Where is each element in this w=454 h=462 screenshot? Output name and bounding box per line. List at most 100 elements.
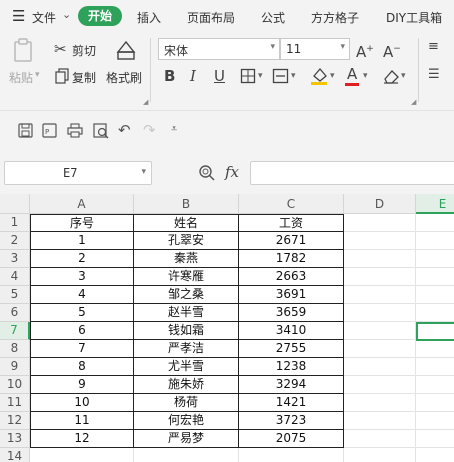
row-header-4[interactable]: 4 bbox=[0, 268, 30, 286]
cell-d13[interactable] bbox=[344, 430, 416, 448]
table-cell[interactable]: 严孝洁 bbox=[134, 340, 239, 358]
tab-diy-toolbox[interactable]: DIY工具箱 bbox=[386, 9, 442, 26]
bold-icon[interactable]: B bbox=[164, 67, 175, 85]
cell-a14[interactable] bbox=[30, 448, 134, 462]
column-header-e[interactable]: E bbox=[416, 194, 454, 214]
table-cell[interactable]: 3410 bbox=[239, 322, 344, 340]
tab-start[interactable]: 开始 bbox=[78, 6, 122, 26]
column-header-b[interactable]: B bbox=[134, 194, 239, 214]
cell-d3[interactable] bbox=[344, 250, 416, 268]
table-cell[interactable]: 1 bbox=[30, 232, 134, 250]
cell-d1[interactable] bbox=[344, 214, 416, 232]
row-header-5[interactable]: 5 bbox=[0, 286, 30, 304]
cell-e8[interactable] bbox=[416, 340, 454, 358]
table-cell[interactable]: 孔翠安 bbox=[134, 232, 239, 250]
name-box[interactable]: E7 ▾ bbox=[4, 161, 152, 185]
table-cell[interactable]: 尤半雪 bbox=[134, 358, 239, 376]
table-cell[interactable]: 许寒雁 bbox=[134, 268, 239, 286]
copy-button[interactable]: 复制 bbox=[72, 69, 96, 86]
chevron-down-icon[interactable]: ▾ bbox=[363, 71, 368, 81]
table-cell[interactable]: 钱如霜 bbox=[134, 322, 239, 340]
table-cell[interactable]: 1421 bbox=[239, 394, 344, 412]
table-header-cell[interactable]: 姓名 bbox=[134, 214, 239, 232]
table-cell[interactable]: 11 bbox=[30, 412, 134, 430]
row-header-14[interactable]: 14 bbox=[0, 448, 30, 462]
borders-icon[interactable] bbox=[240, 68, 256, 84]
fill-color-icon[interactable] bbox=[310, 66, 328, 86]
cell-e12[interactable] bbox=[416, 412, 454, 430]
table-cell[interactable]: 1782 bbox=[239, 250, 344, 268]
cell-d5[interactable] bbox=[344, 286, 416, 304]
chevron-down-icon[interactable]: ▾ bbox=[291, 71, 296, 81]
cell-e2[interactable] bbox=[416, 232, 454, 250]
zoom-search-icon[interactable] bbox=[198, 164, 216, 182]
chevron-down-icon[interactable]: ⌄ bbox=[62, 8, 71, 21]
dialog-launcher-icon[interactable]: ◢ bbox=[411, 98, 416, 106]
row-header-3[interactable]: 3 bbox=[0, 250, 30, 268]
tab-fangfang-grid[interactable]: 方方格子 bbox=[311, 9, 359, 26]
fx-button[interactable]: fx bbox=[225, 163, 239, 181]
export-pdf-icon[interactable]: P bbox=[42, 123, 57, 138]
cell-e14[interactable] bbox=[416, 448, 454, 462]
table-cell[interactable]: 严易梦 bbox=[134, 430, 239, 448]
column-header-a[interactable]: A bbox=[30, 194, 134, 214]
font-size-select[interactable]: 11 ▾ bbox=[280, 38, 350, 60]
cell-d11[interactable] bbox=[344, 394, 416, 412]
cell-e1[interactable] bbox=[416, 214, 454, 232]
increase-font-icon[interactable]: A+ bbox=[356, 40, 374, 61]
cell-d9[interactable] bbox=[344, 358, 416, 376]
cell-e3[interactable] bbox=[416, 250, 454, 268]
cell-c14[interactable] bbox=[239, 448, 344, 462]
row-header-2[interactable]: 2 bbox=[0, 232, 30, 250]
table-cell[interactable]: 2 bbox=[30, 250, 134, 268]
cell-d8[interactable] bbox=[344, 340, 416, 358]
row-header-9[interactable]: 9 bbox=[0, 358, 30, 376]
table-cell[interactable]: 秦燕 bbox=[134, 250, 239, 268]
paste-button[interactable]: 粘贴 bbox=[9, 69, 33, 86]
row-header-6[interactable]: 6 bbox=[0, 304, 30, 322]
table-cell[interactable]: 2671 bbox=[239, 232, 344, 250]
sheet-grid[interactable]: ABCDE 1 2 3 4 5 6 7 8 9 10 11 12 13 14 序号 姓名 工资 1 孔翠安 2671… bbox=[0, 194, 454, 462]
table-cell[interactable]: 3 bbox=[30, 268, 134, 286]
undo-icon[interactable]: ↶ bbox=[118, 121, 131, 139]
table-cell[interactable]: 3659 bbox=[239, 304, 344, 322]
table-cell[interactable]: 6 bbox=[30, 322, 134, 340]
cell-d12[interactable] bbox=[344, 412, 416, 430]
cell-e6[interactable] bbox=[416, 304, 454, 322]
cell-d7[interactable] bbox=[344, 322, 416, 340]
row-header-11[interactable]: 11 bbox=[0, 394, 30, 412]
table-cell[interactable]: 3691 bbox=[239, 286, 344, 304]
menu-file[interactable]: 文件 bbox=[32, 9, 56, 26]
formula-input[interactable] bbox=[250, 161, 454, 185]
cell-e11[interactable] bbox=[416, 394, 454, 412]
selected-cell-e7[interactable] bbox=[416, 322, 454, 341]
column-header-c[interactable]: C bbox=[239, 194, 344, 214]
customize-toolbar-icon[interactable]: ⩡ bbox=[171, 122, 177, 136]
row-header-10[interactable]: 10 bbox=[0, 376, 30, 394]
table-cell[interactable]: 2075 bbox=[239, 430, 344, 448]
chevron-down-icon[interactable]: ▾ bbox=[401, 71, 406, 81]
align-top-icon[interactable]: ≡ bbox=[428, 38, 439, 56]
table-header-cell[interactable]: 序号 bbox=[30, 214, 134, 232]
row-header-13[interactable]: 13 bbox=[0, 430, 30, 448]
chevron-down-icon[interactable]: ▾ bbox=[258, 71, 263, 81]
table-cell[interactable]: 赵半雪 bbox=[134, 304, 239, 322]
print-preview-icon[interactable] bbox=[93, 123, 109, 139]
format-painter-icon[interactable] bbox=[114, 38, 138, 64]
table-cell[interactable]: 10 bbox=[30, 394, 134, 412]
table-cell[interactable]: 邹之桑 bbox=[134, 286, 239, 304]
tab-formulas[interactable]: 公式 bbox=[261, 9, 285, 26]
redo-icon[interactable]: ↷ bbox=[143, 121, 156, 139]
cell-d6[interactable] bbox=[344, 304, 416, 322]
table-cell[interactable]: 1238 bbox=[239, 358, 344, 376]
italic-icon[interactable]: I bbox=[190, 67, 196, 85]
tab-insert[interactable]: 插入 bbox=[137, 9, 161, 26]
decrease-font-icon[interactable]: A− bbox=[383, 40, 401, 61]
table-cell[interactable]: 3294 bbox=[239, 376, 344, 394]
chevron-down-icon[interactable]: ▾ bbox=[330, 71, 335, 81]
paste-icon[interactable] bbox=[12, 38, 36, 64]
cut-button[interactable]: 剪切 bbox=[72, 42, 96, 59]
column-header-d[interactable]: D bbox=[344, 194, 416, 214]
cell-e5[interactable] bbox=[416, 286, 454, 304]
row-header-1[interactable]: 1 bbox=[0, 214, 30, 232]
